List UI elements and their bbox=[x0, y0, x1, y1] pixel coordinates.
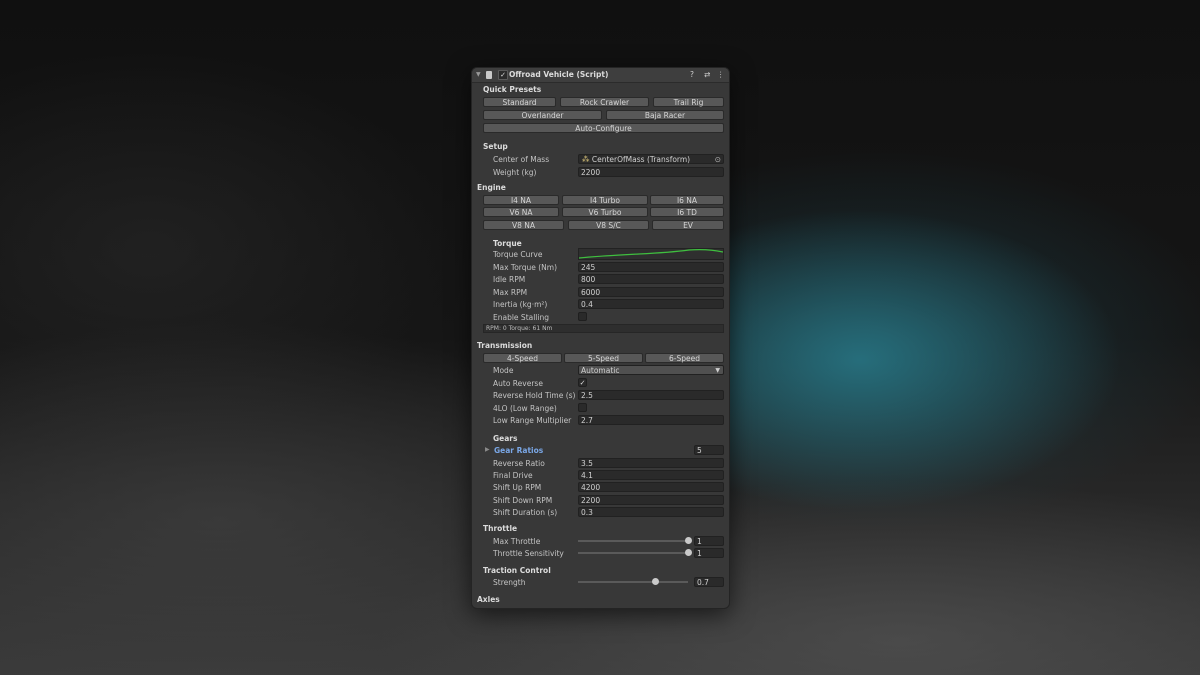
auto-configure-button[interactable]: Auto-Configure bbox=[483, 123, 724, 133]
reverse-ratio-field[interactable]: 3.5 bbox=[578, 458, 724, 468]
enable-stalling-checkbox[interactable] bbox=[578, 312, 587, 321]
weight-field[interactable]: 2200 bbox=[578, 167, 724, 177]
auto-reverse-checkbox[interactable]: ✓ bbox=[578, 378, 587, 387]
rpm-torque-readout: RPM: 0 Torque: 61 Nm bbox=[483, 324, 724, 333]
six-speed-button[interactable]: 6-Speed bbox=[645, 353, 724, 363]
max-throttle-track[interactable] bbox=[578, 540, 688, 542]
quick-presets-heading: Quick Presets bbox=[483, 85, 542, 94]
inertia-field[interactable]: 0.4 bbox=[578, 299, 724, 309]
transform-icon: ⁂ bbox=[582, 155, 590, 164]
max-torque-label: Max Torque (Nm) bbox=[493, 263, 558, 272]
axles-heading: Axles bbox=[477, 595, 500, 604]
low-range-label: 4LO (Low Range) bbox=[493, 404, 557, 413]
preset-trail-rig-button[interactable]: Trail Rig bbox=[653, 97, 724, 107]
four-speed-button[interactable]: 4-Speed bbox=[483, 353, 562, 363]
engine-i6-na-button[interactable]: I6 NA bbox=[650, 195, 724, 205]
max-throttle-field[interactable]: 1 bbox=[694, 536, 724, 546]
expand-arrow-icon[interactable]: ▶ bbox=[485, 446, 490, 453]
presets-icon[interactable]: ⇄ bbox=[704, 70, 710, 79]
preset-rock-crawler-button[interactable]: Rock Crawler bbox=[560, 97, 649, 107]
setup-heading: Setup bbox=[483, 142, 508, 151]
shift-duration-field[interactable]: 0.3 bbox=[578, 507, 724, 517]
object-picker-icon[interactable]: ⊙ bbox=[715, 155, 721, 164]
enabled-checkbox[interactable]: ✓ bbox=[498, 70, 508, 80]
engine-v8-sc-button[interactable]: V8 S/C bbox=[568, 220, 649, 230]
torque-curve-field[interactable] bbox=[578, 248, 724, 260]
preset-standard-button[interactable]: Standard bbox=[483, 97, 556, 107]
max-throttle-slider-thumb[interactable] bbox=[684, 537, 692, 544]
torque-heading: Torque bbox=[493, 239, 522, 248]
engine-i6-td-button[interactable]: I6 TD bbox=[650, 207, 724, 217]
script-icon bbox=[486, 71, 492, 79]
final-drive-field[interactable]: 4.1 bbox=[578, 470, 724, 480]
strength-label: Strength bbox=[493, 578, 526, 587]
max-torque-field[interactable]: 245 bbox=[578, 262, 724, 272]
engine-heading: Engine bbox=[477, 183, 506, 192]
final-drive-label: Final Drive bbox=[493, 471, 533, 480]
weight-label: Weight (kg) bbox=[493, 168, 537, 177]
mode-dropdown[interactable]: Automatic ▼ bbox=[578, 365, 724, 375]
reverse-ratio-label: Reverse Ratio bbox=[493, 459, 545, 468]
engine-v6-na-button[interactable]: V6 NA bbox=[483, 207, 559, 217]
shift-down-label: Shift Down RPM bbox=[493, 496, 553, 505]
max-rpm-label: Max RPM bbox=[493, 288, 528, 297]
shift-up-field[interactable]: 4200 bbox=[578, 482, 724, 492]
preset-overlander-button[interactable]: Overlander bbox=[483, 110, 602, 120]
throttle-heading: Throttle bbox=[483, 524, 518, 533]
menu-icon[interactable]: ⋮ bbox=[717, 70, 725, 79]
max-throttle-label: Max Throttle bbox=[493, 537, 541, 546]
throttle-sensitivity-field[interactable]: 1 bbox=[694, 548, 724, 558]
inertia-label: Inertia (kg·m²) bbox=[493, 300, 548, 309]
engine-i4-turbo-button[interactable]: I4 Turbo bbox=[562, 195, 648, 205]
shift-down-field[interactable]: 2200 bbox=[578, 495, 724, 505]
shift-duration-label: Shift Duration (s) bbox=[493, 508, 558, 517]
reverse-hold-field[interactable]: 2.5 bbox=[578, 390, 724, 400]
throttle-sensitivity-slider-thumb[interactable] bbox=[684, 549, 692, 556]
engine-i4-na-button[interactable]: I4 NA bbox=[483, 195, 559, 205]
component-title: Offroad Vehicle (Script) bbox=[509, 70, 609, 79]
low-range-checkbox[interactable] bbox=[578, 403, 587, 412]
engine-v6-turbo-button[interactable]: V6 Turbo bbox=[562, 207, 648, 217]
gear-ratios-foldout[interactable]: Gear Ratios bbox=[494, 446, 543, 455]
chevron-down-icon: ▼ bbox=[715, 367, 720, 374]
throttle-sensitivity-track[interactable] bbox=[578, 552, 688, 554]
gears-heading: Gears bbox=[493, 434, 518, 443]
center-of-mass-field[interactable]: ⁂ CenterOfMass (Transform) ⊙ bbox=[578, 154, 724, 164]
help-icon[interactable]: ? bbox=[690, 70, 694, 79]
enable-stalling-label: Enable Stalling bbox=[493, 313, 549, 322]
inspector-panel: ▼ ✓ Offroad Vehicle (Script) ? ⇄ ⋮ Quick… bbox=[471, 67, 730, 609]
max-rpm-field[interactable]: 6000 bbox=[578, 287, 724, 297]
engine-ev-button[interactable]: EV bbox=[652, 220, 724, 230]
traction-control-heading: Traction Control bbox=[483, 566, 551, 575]
fold-arrow-icon[interactable]: ▼ bbox=[476, 71, 481, 78]
reverse-hold-label: Reverse Hold Time (s) bbox=[493, 391, 576, 400]
mode-value: Automatic bbox=[581, 366, 620, 375]
strength-slider-thumb[interactable] bbox=[651, 578, 659, 585]
transmission-heading: Transmission bbox=[477, 341, 533, 350]
idle-rpm-label: Idle RPM bbox=[493, 275, 526, 284]
auto-reverse-label: Auto Reverse bbox=[493, 379, 543, 388]
center-of-mass-label: Center of Mass bbox=[493, 155, 550, 164]
component-header[interactable]: ▼ ✓ Offroad Vehicle (Script) ? ⇄ ⋮ bbox=[472, 68, 729, 83]
low-range-mult-field[interactable]: 2.7 bbox=[578, 415, 724, 425]
shift-up-label: Shift Up RPM bbox=[493, 483, 542, 492]
idle-rpm-field[interactable]: 800 bbox=[578, 274, 724, 284]
torque-curve-graph bbox=[579, 249, 723, 259]
center-of-mass-value: CenterOfMass (Transform) bbox=[591, 155, 691, 164]
strength-field[interactable]: 0.7 bbox=[694, 577, 724, 587]
strength-track[interactable] bbox=[578, 581, 688, 583]
throttle-sensitivity-label: Throttle Sensitivity bbox=[493, 549, 564, 558]
engine-v8-na-button[interactable]: V8 NA bbox=[483, 220, 564, 230]
five-speed-button[interactable]: 5-Speed bbox=[564, 353, 643, 363]
low-range-mult-label: Low Range Multiplier bbox=[493, 416, 572, 425]
mode-label: Mode bbox=[493, 366, 514, 375]
preset-baja-racer-button[interactable]: Baja Racer bbox=[606, 110, 724, 120]
torque-curve-label: Torque Curve bbox=[493, 250, 543, 259]
gear-ratios-size-field[interactable]: 5 bbox=[694, 445, 724, 455]
